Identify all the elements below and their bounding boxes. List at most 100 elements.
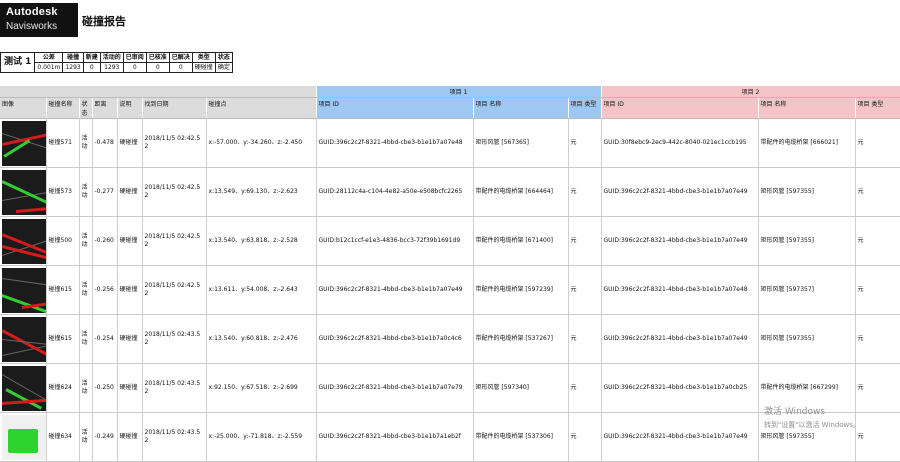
logo-line2: Navisworks — [6, 21, 58, 32]
group-header-blank — [0, 86, 317, 98]
test-name: 测试 1 — [0, 52, 36, 73]
table-row: 碰撞615 活动 -0.256 硬碰撞 2018/11/5 02:42.52 x… — [0, 265, 900, 315]
summary-value: 0 — [145, 62, 170, 73]
table-row: 碰撞573 活动 -0.277 硬碰撞 2018/11/5 02:42.52 x… — [0, 167, 900, 217]
item2-type: 元 — [855, 167, 900, 217]
item2-id: GUID:396c2c2f-8321-4bbd-cbe3-b1e1b7a07e4… — [601, 216, 759, 266]
clash-description: 硬碰撞 — [117, 363, 143, 413]
clash-name: 碰撞615 — [46, 314, 80, 364]
group-header-item2: 项目 2 — [601, 86, 900, 98]
col-item2-name: 项目 名称 — [758, 97, 856, 119]
col-item1-type: 项目 类型 — [568, 97, 602, 119]
clash-thumbnail-image — [2, 120, 45, 166]
summary-value: 0 — [122, 62, 147, 73]
item2-name: 矩形风管 [597355] — [758, 314, 856, 364]
clash-name: 碰撞615 — [46, 265, 80, 315]
item2-id: GUID:396c2c2f-8321-4bbd-cbe3-b1e1b7a07e4… — [601, 314, 759, 364]
item2-id: GUID:396c2c2f-8321-4bbd-cbe3-b1e1b7a0cb2… — [601, 363, 759, 413]
clash-point: x:-25.000、y:-71.818、z:-2.559 — [206, 412, 317, 462]
item1-id: GUID:396c2c2f-8321-4bbd-cbe3-b1e1b7a07e4… — [316, 118, 474, 168]
report-title: 碰撞报告 — [82, 15, 126, 28]
summary-col-header: 活动的 — [99, 52, 124, 63]
clash-thumbnail-image — [2, 316, 45, 362]
logo-line1: Autodesk — [6, 6, 58, 18]
summary-col-header: 已核准 — [145, 52, 170, 63]
summary-value: 0 — [168, 62, 193, 73]
clash-name: 碰撞624 — [46, 363, 80, 413]
summary-table: 测试 1 公差 碰撞 新建 活动的 已审阅 已核准 已解决 类型 状态 0.00… — [0, 52, 233, 73]
item1-type: 元 — [568, 363, 602, 413]
summary-col-header: 已审阅 — [122, 52, 147, 63]
summary-col-header: 碰撞 — [62, 52, 84, 63]
summary-value: 硬碰撞 — [191, 62, 216, 73]
item2-name: 矩形风管 [597355] — [758, 167, 856, 217]
item2-type: 元 — [855, 412, 900, 462]
clash-status: 活动 — [79, 216, 93, 266]
item1-id: GUID:396c2c2f-8321-4bbd-cbe3-b1e1b7a1eb2… — [316, 412, 474, 462]
item2-type: 元 — [855, 314, 900, 364]
clash-found-date: 2018/11/5 02:43.52 — [142, 363, 207, 413]
summary-value: 0 — [82, 62, 101, 73]
table-row: 碰撞571 活动 -0.478 硬碰撞 2018/11/5 02:42.52 x… — [0, 118, 900, 168]
item2-id: GUID:396c2c2f-8321-4bbd-cbe3-b1e1b7a07e4… — [601, 167, 759, 217]
col-item2-type: 项目 类型 — [855, 97, 900, 119]
clash-thumbnail-cell — [0, 363, 47, 413]
clash-thumbnail-cell — [0, 412, 47, 462]
item2-id: GUID:30f8ebc9-2ec9-442c-8040-021ec1ccb19… — [601, 118, 759, 168]
clash-thumbnail-cell — [0, 216, 47, 266]
clash-point: x:13.540、y:60.818、z:-2.476 — [206, 314, 317, 364]
table-row: 碰撞615 活动 -0.254 硬碰撞 2018/11/5 02:43.52 x… — [0, 314, 900, 364]
item1-type: 元 — [568, 118, 602, 168]
clash-found-date: 2018/11/5 02:42.52 — [142, 265, 207, 315]
autodesk-navisworks-logo: Autodesk Navisworks — [0, 3, 78, 37]
clash-status: 活动 — [79, 167, 93, 217]
clash-name: 碰撞634 — [46, 412, 80, 462]
clash-thumbnail-image — [2, 414, 45, 460]
col-clash-name: 碰撞名称 — [46, 97, 80, 119]
clash-status: 活动 — [79, 314, 93, 364]
clash-description: 硬碰撞 — [117, 314, 143, 364]
clash-distance: -0.260 — [92, 216, 118, 266]
col-distance: 距离 — [92, 97, 118, 119]
clash-name: 碰撞571 — [46, 118, 80, 168]
item1-id: GUID:396c2c2f-8321-4bbd-cbe3-b1e1b7a07e7… — [316, 363, 474, 413]
col-status: 状态 — [79, 97, 93, 119]
clash-thumbnail-image — [2, 267, 45, 313]
item1-type: 元 — [568, 314, 602, 364]
clash-thumbnail-cell — [0, 314, 47, 364]
clash-thumbnail-cell — [0, 167, 47, 217]
clash-found-date: 2018/11/5 02:43.52 — [142, 314, 207, 364]
summary-col-header: 类型 — [191, 52, 216, 63]
clash-status: 活动 — [79, 412, 93, 462]
item1-id: GUID:396c2c2f-8321-4bbd-cbe3-b1e1b7a07e4… — [316, 265, 474, 315]
clash-distance: -0.256 — [92, 265, 118, 315]
item1-name: 带配件的电缆桥架 [664464] — [473, 167, 569, 217]
item2-name: 矩形风管 [597357] — [758, 265, 856, 315]
clash-found-date: 2018/11/5 02:42.52 — [142, 167, 207, 217]
clash-description: 硬碰撞 — [117, 412, 143, 462]
item1-id: GUID:28112c4a-c104-4e82-a50e-e508bcfc226… — [316, 167, 474, 217]
clash-point: x:92.150、y:67.518、z:-2.699 — [206, 363, 317, 413]
clash-status: 活动 — [79, 363, 93, 413]
clash-point: x:13.549、y:69.130、z:-2.623 — [206, 167, 317, 217]
clash-name: 碰撞573 — [46, 167, 80, 217]
summary-value: 确定 — [214, 62, 233, 73]
col-item2-id: 项目 ID — [601, 97, 759, 119]
table-row: 碰撞500 活动 -0.260 硬碰撞 2018/11/5 02:42.52 x… — [0, 216, 900, 266]
item2-name: 矩形风管 [597355] — [758, 216, 856, 266]
clash-distance: -0.249 — [92, 412, 118, 462]
item1-id: GUID:396c2c2f-8321-4bbd-cbe3-b1e1b7a0c4c… — [316, 314, 474, 364]
clash-status: 活动 — [79, 118, 93, 168]
summary-value: 1293 — [62, 62, 84, 73]
clash-name: 碰撞500 — [46, 216, 80, 266]
item1-name: 带配件的电缆桥架 [537306] — [473, 412, 569, 462]
clash-thumbnail-cell — [0, 118, 47, 168]
clash-thumbnail-image — [2, 169, 45, 215]
col-item1-id: 项目 ID — [316, 97, 474, 119]
summary-col-header: 已解决 — [168, 52, 193, 63]
tolerance-label: 公差 — [34, 52, 64, 63]
clash-description: 硬碰撞 — [117, 265, 143, 315]
clash-point: x:13.540、y:63.818、z:-2.528 — [206, 216, 317, 266]
item2-type: 元 — [855, 216, 900, 266]
clash-found-date: 2018/11/5 02:43.52 — [142, 412, 207, 462]
